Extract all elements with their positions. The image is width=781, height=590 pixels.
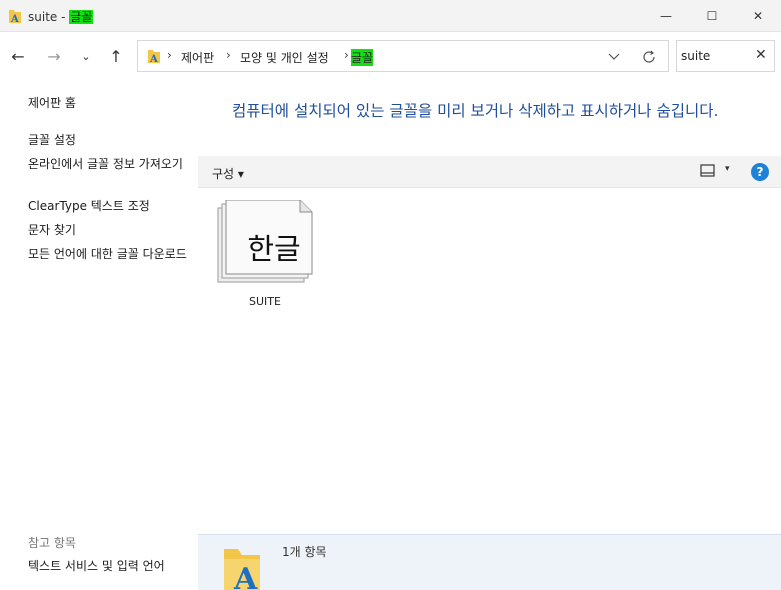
sidebar-item-text-services[interactable]: 텍스트 서비스 및 입력 언어 — [28, 558, 190, 574]
breadcrumb-separator: › — [344, 48, 349, 62]
recent-locations-button[interactable]: ⌄ — [74, 44, 98, 68]
sidebar-item-download-fonts[interactable]: 모든 언어에 대한 글꼴 다운로드 — [28, 246, 190, 262]
sidebar-item-cleartype[interactable]: ClearType 텍스트 조정 — [28, 198, 190, 214]
search-clear-icon[interactable]: ✕ — [755, 47, 767, 63]
svg-text:A: A — [10, 14, 19, 24]
breadcrumb-separator: › — [226, 48, 231, 62]
chevron-down-icon — [608, 53, 620, 60]
organize-button[interactable]: 구성 ▾ — [212, 165, 244, 182]
window-title-highlight: 글꼴 — [69, 10, 94, 24]
fonts-folder-icon: A — [148, 50, 160, 64]
fonts-folder-icon: A — [224, 549, 260, 590]
sidebar-item-get-font-info-online[interactable]: 온라인에서 글꼴 정보 가져오기 — [28, 156, 190, 172]
sidebar-item-font-settings[interactable]: 글꼴 설정 — [28, 132, 190, 148]
breadcrumb-control-panel[interactable]: 제어판 — [181, 49, 214, 66]
back-arrow-icon: ← — [11, 46, 25, 66]
search-input[interactable]: suite — [681, 49, 710, 63]
see-also-heading: 참고 항목 — [28, 536, 76, 550]
view-layout-icon[interactable] — [700, 164, 716, 178]
breadcrumb-appearance[interactable]: 모양 및 개인 설정 — [240, 49, 329, 66]
help-button[interactable]: ? — [751, 163, 769, 181]
sidebar-item-control-panel-home[interactable]: 제어판 홈 — [28, 95, 190, 111]
forward-button[interactable]: → — [42, 44, 66, 68]
forward-arrow-icon: → — [47, 46, 61, 66]
maximize-button[interactable]: ☐ — [689, 0, 735, 32]
back-button[interactable]: ← — [6, 44, 30, 68]
fonts-folder-icon: A — [9, 10, 21, 24]
up-arrow-icon: ↑ — [109, 46, 123, 66]
details-pane: A 1개 항목 — [198, 534, 781, 590]
font-preview-text: 한글 — [247, 232, 301, 266]
window-title: suite - 글꼴 — [28, 10, 94, 24]
font-file-item[interactable]: 한글 SUITE — [214, 198, 318, 314]
address-dropdown-button[interactable] — [604, 47, 624, 67]
title-bar: A suite - 글꼴 — ☐ ✕ — [0, 0, 781, 32]
address-bar[interactable]: A › 제어판 › 모양 및 개인 설정 › 글꼴 — [137, 40, 669, 72]
search-box[interactable]: suite ✕ — [676, 40, 775, 72]
view-options-dropdown[interactable]: ▾ — [725, 164, 730, 174]
svg-text:A: A — [233, 562, 258, 590]
minimize-button[interactable]: — — [643, 0, 689, 32]
refresh-button[interactable] — [638, 46, 660, 68]
breadcrumb-fonts[interactable]: 글꼴 — [351, 49, 374, 66]
sidebar-item-find-character[interactable]: 문자 찾기 — [28, 222, 190, 238]
help-icon: ? — [756, 165, 764, 179]
maximize-icon: ☐ — [706, 9, 718, 23]
page-title: 컴퓨터에 설치되어 있는 글꼴을 미리 보거나 삭제하고 표시하거나 숨깁니다. — [232, 102, 719, 120]
command-toolbar: 구성 ▾ ▾ ? — [198, 156, 781, 188]
svg-text:A: A — [149, 54, 158, 64]
breadcrumb-separator: › — [167, 48, 172, 62]
close-icon: ✕ — [752, 9, 764, 23]
up-button[interactable]: ↑ — [104, 44, 128, 68]
refresh-icon — [643, 50, 655, 63]
item-count: 1개 항목 — [282, 545, 327, 559]
minimize-icon: — — [660, 9, 672, 23]
navigation-bar: ← → ⌄ ↑ A › 제어판 › 모양 및 개인 설정 › 글꼴 suite … — [0, 32, 781, 80]
chevron-down-icon: ⌄ — [81, 49, 91, 63]
close-button[interactable]: ✕ — [735, 0, 781, 32]
left-pane: 제어판 홈 글꼴 설정 온라인에서 글꼴 정보 가져오기 ClearType 텍… — [0, 80, 198, 590]
font-name-label: SUITE — [249, 295, 281, 308]
